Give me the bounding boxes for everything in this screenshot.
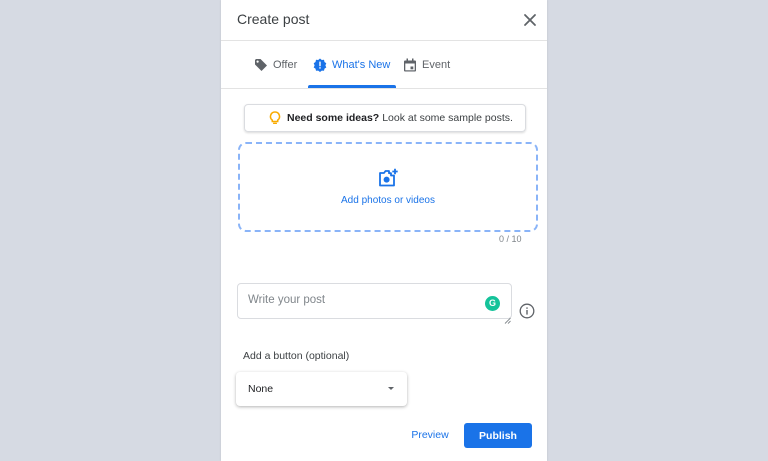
publish-button[interactable]: Publish: [464, 423, 532, 448]
ideas-text: Look at some sample posts.: [382, 112, 513, 124]
tab-whats-new[interactable]: What's New: [313, 41, 390, 88]
sample-posts-hint[interactable]: Need some ideas? Look at some sample pos…: [244, 104, 526, 132]
info-icon[interactable]: [519, 303, 535, 319]
ideas-bold-text: Need some ideas?: [287, 112, 380, 124]
preview-button[interactable]: Preview: [405, 422, 455, 448]
button-type-value: None: [248, 383, 274, 395]
post-text-input[interactable]: [237, 283, 512, 319]
media-counter: 0 / 10: [499, 234, 522, 244]
dialog-header: Create post: [221, 0, 547, 41]
alert-badge-icon: [313, 58, 327, 72]
add-photo-icon: [378, 168, 400, 188]
tab-offer[interactable]: Offer: [254, 41, 297, 88]
tab-offer-label: Offer: [273, 58, 298, 71]
media-dropzone[interactable]: Add photos or videos: [238, 142, 538, 232]
tag-icon: [254, 58, 268, 72]
tab-event-label: Event: [422, 58, 451, 71]
calendar-icon: [403, 58, 417, 72]
close-icon[interactable]: [521, 11, 539, 29]
tab-event[interactable]: Event: [403, 41, 450, 88]
grammarly-icon[interactable]: G: [485, 296, 500, 311]
active-tab-indicator: [308, 85, 396, 88]
tab-whats-new-label: What's New: [332, 58, 391, 71]
lightbulb-icon: [269, 111, 281, 125]
add-media-label: Add photos or videos: [341, 195, 435, 206]
dialog-title: Create post: [237, 11, 310, 27]
button-type-select[interactable]: None: [236, 372, 407, 406]
create-post-dialog: Create post Offer What's New Event Need …: [221, 0, 547, 461]
post-type-tabs: Offer What's New Event: [221, 41, 547, 89]
caret-down-icon: [388, 387, 394, 390]
add-button-label: Add a button (optional): [243, 350, 350, 362]
resize-handle-icon[interactable]: [504, 311, 511, 324]
